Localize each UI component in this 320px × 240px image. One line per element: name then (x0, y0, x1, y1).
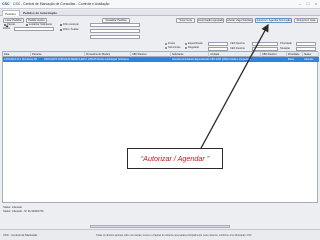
application-window: CSC CSC - Central de Marcação de Consult… (0, 0, 320, 240)
callout-arrow (199, 23, 269, 151)
callout-autorizar-agendar: “Autorizar / Agendar ” (127, 148, 223, 169)
